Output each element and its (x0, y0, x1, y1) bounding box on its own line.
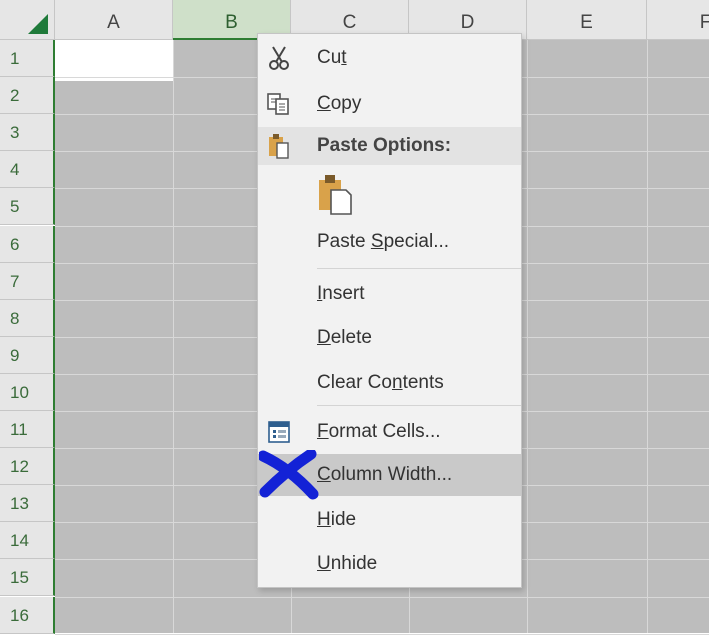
paste-button[interactable] (316, 172, 356, 217)
grid-column-line (173, 40, 174, 633)
row-header-4[interactable]: 4 (0, 151, 55, 189)
format-cells-icon (264, 417, 294, 447)
context-menu: Cut Copy Paste Options: Paste Special...… (257, 33, 522, 588)
menu-label-insert: Insert (317, 283, 365, 304)
menu-separator (317, 405, 521, 406)
menu-item-hide[interactable]: Hide (258, 500, 521, 540)
row-header-1[interactable]: 1 (0, 40, 55, 78)
row-header-6[interactable]: 6 (0, 225, 55, 263)
menu-label-hide: Hide (317, 509, 357, 530)
menu-label-paste-special: Paste Special... (317, 231, 450, 252)
select-all-corner[interactable] (0, 0, 55, 40)
menu-label-cut: Cut (317, 47, 347, 68)
menu-label-paste-options: Paste Options: (317, 135, 452, 156)
row-header-10[interactable]: 10 (0, 373, 55, 411)
row-header-13[interactable]: 13 (0, 485, 55, 523)
scissors-icon (264, 43, 294, 73)
paste-clipboard-icon (319, 175, 352, 215)
row-header-16[interactable]: 16 (0, 596, 55, 634)
grid-column-line (647, 40, 648, 633)
menu-separator (317, 268, 521, 269)
row-header-5[interactable]: 5 (0, 188, 55, 226)
grid-column-line (527, 40, 528, 633)
row-header-11[interactable]: 11 (0, 411, 55, 449)
menu-item-insert[interactable]: Insert (258, 274, 521, 314)
active-cell-a1[interactable] (55, 40, 173, 81)
row-header-3[interactable]: 3 (0, 114, 55, 152)
row-header-7[interactable]: 7 (0, 262, 55, 300)
menu-item-cut[interactable]: Cut (258, 38, 521, 78)
row-header-8[interactable]: 8 (0, 299, 55, 337)
copy-icon (264, 89, 294, 119)
menu-label-column-width: Column Width... (317, 464, 453, 485)
row-header-2[interactable]: 2 (0, 77, 55, 115)
row-header-15[interactable]: 15 (0, 559, 55, 597)
menu-label-format-cells: Format Cells... (317, 421, 441, 442)
menu-item-format-cells[interactable]: Format Cells... (258, 412, 521, 452)
select-all-triangle-icon (28, 14, 48, 34)
menu-item-unhide[interactable]: Unhide (258, 544, 521, 584)
menu-item-clear-contents[interactable]: Clear Contents (258, 363, 521, 403)
grid-row-line (55, 633, 709, 635)
menu-label-clear-contents: Clear Contents (317, 372, 444, 393)
column-header-a[interactable]: A (55, 0, 173, 40)
clipboard-icon (264, 131, 294, 161)
menu-label-delete: Delete (317, 327, 372, 348)
grid-row-line (55, 596, 709, 598)
row-header-14[interactable]: 14 (0, 522, 55, 560)
menu-item-copy[interactable]: Copy (258, 84, 521, 124)
column-header-f[interactable]: F (647, 0, 709, 40)
menu-section-paste-options: Paste Options: (258, 127, 521, 165)
annotation-x-mark (257, 448, 319, 500)
row-header-9[interactable]: 9 (0, 336, 55, 374)
row-header-12[interactable]: 12 (0, 448, 55, 486)
menu-item-delete[interactable]: Delete (258, 318, 521, 358)
menu-label-unhide: Unhide (317, 553, 378, 574)
menu-label-copy: Copy (317, 93, 362, 114)
menu-item-paste-special[interactable]: Paste Special... (258, 222, 521, 262)
column-header-e[interactable]: E (527, 0, 647, 40)
